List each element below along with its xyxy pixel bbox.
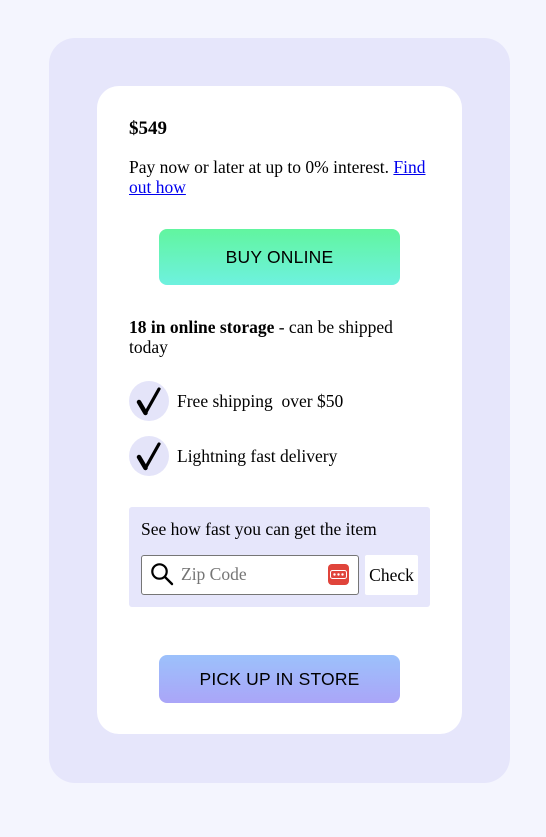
feature-fast-delivery: Lightning fast delivery bbox=[129, 436, 337, 476]
feature-label: Free shipping over $50 bbox=[177, 391, 344, 411]
checkmark-icon bbox=[129, 436, 169, 476]
feature-label: Lightning fast delivery bbox=[177, 446, 338, 466]
zip-code-input[interactable] bbox=[181, 557, 321, 591]
outer-panel: $549 Pay now or later at up to 0% intere… bbox=[49, 38, 510, 783]
stock-count: 18 in online storage bbox=[129, 317, 275, 337]
password-manager-icon[interactable] bbox=[328, 564, 349, 585]
checkmark-icon bbox=[129, 381, 169, 421]
delivery-check-panel: See how fast you can get the item Zip Co… bbox=[129, 507, 430, 607]
financing-label: Pay now or later at up to 0% interest. bbox=[129, 157, 390, 177]
financing-text: Pay now or later at up to 0% interest. F… bbox=[129, 157, 439, 197]
zip-field bbox=[141, 555, 359, 595]
product-card: $549 Pay now or later at up to 0% intere… bbox=[97, 86, 462, 734]
price: $549 bbox=[129, 118, 167, 139]
check-button[interactable]: Check bbox=[365, 555, 418, 595]
buy-online-button[interactable]: BUY ONLINE bbox=[159, 229, 400, 285]
delivery-check-title: See how fast you can get the item bbox=[141, 519, 377, 539]
feature-free-shipping: Free shipping over $50 bbox=[129, 381, 343, 421]
search-icon bbox=[150, 562, 174, 586]
stock-status: 18 in online storage - can be shipped to… bbox=[129, 317, 429, 357]
pick-up-in-store-button[interactable]: PICK UP IN STORE bbox=[159, 655, 400, 703]
